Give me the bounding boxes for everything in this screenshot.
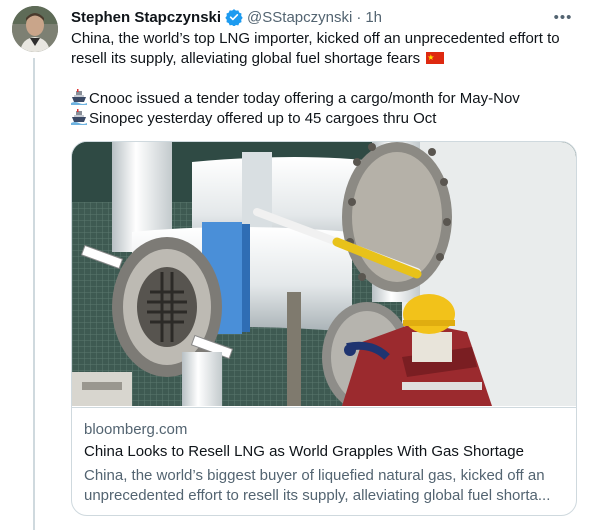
- thread-connector-line: [33, 58, 35, 530]
- card-image[interactable]: [72, 142, 576, 406]
- tweet-header: Stephen Stapczynski @SStapczynski · 1h: [71, 7, 573, 27]
- card-description: China, the world’s biggest buyer of liqu…: [84, 466, 564, 506]
- tweet-bullet-1: Cnooc issued a tender today offering a c…: [71, 89, 581, 109]
- bullet-2-text: Sinopec yesterday offered up to 45 cargo…: [89, 110, 437, 127]
- tweet-text: China, the world’s top LNG importer, kic…: [71, 29, 581, 129]
- bullet-1-text: Cnooc issued a tender today offering a c…: [89, 90, 520, 107]
- card-title: China Looks to Resell LNG as World Grapp…: [84, 443, 524, 460]
- ship-icon: [71, 109, 87, 125]
- tweet-paragraph: China, the world’s top LNG importer, kic…: [71, 29, 581, 69]
- tweet-bullet-2: Sinopec yesterday offered up to 45 cargo…: [71, 109, 581, 129]
- tweet-timestamp[interactable]: 1h: [365, 9, 382, 26]
- card-text-area[interactable]: bloomberg.com China Looks to Resell LNG …: [72, 407, 576, 515]
- link-preview-card[interactable]: bloomberg.com China Looks to Resell LNG …: [71, 141, 577, 516]
- verified-badge-icon: [225, 8, 243, 27]
- author-name[interactable]: Stephen Stapczynski: [71, 9, 221, 26]
- author-handle[interactable]: @SStapczynski: [247, 9, 352, 26]
- card-description-line: China, the world’s biggest buyer of liqu…: [84, 467, 545, 484]
- avatar[interactable]: [12, 6, 58, 52]
- card-domain: bloomberg.com: [84, 421, 188, 438]
- lng-pipeline-photo: [72, 142, 576, 406]
- avatar-photo: [12, 6, 58, 52]
- card-description-line: unprecedented effort to resell its suppl…: [84, 487, 551, 504]
- more-options-icon[interactable]: •••: [553, 7, 573, 27]
- header-separator: ·: [356, 8, 362, 26]
- china-flag-icon: [426, 48, 445, 68]
- ship-icon: [71, 89, 87, 105]
- tweet-main-text: China, the world’s top LNG importer, kic…: [71, 30, 560, 67]
